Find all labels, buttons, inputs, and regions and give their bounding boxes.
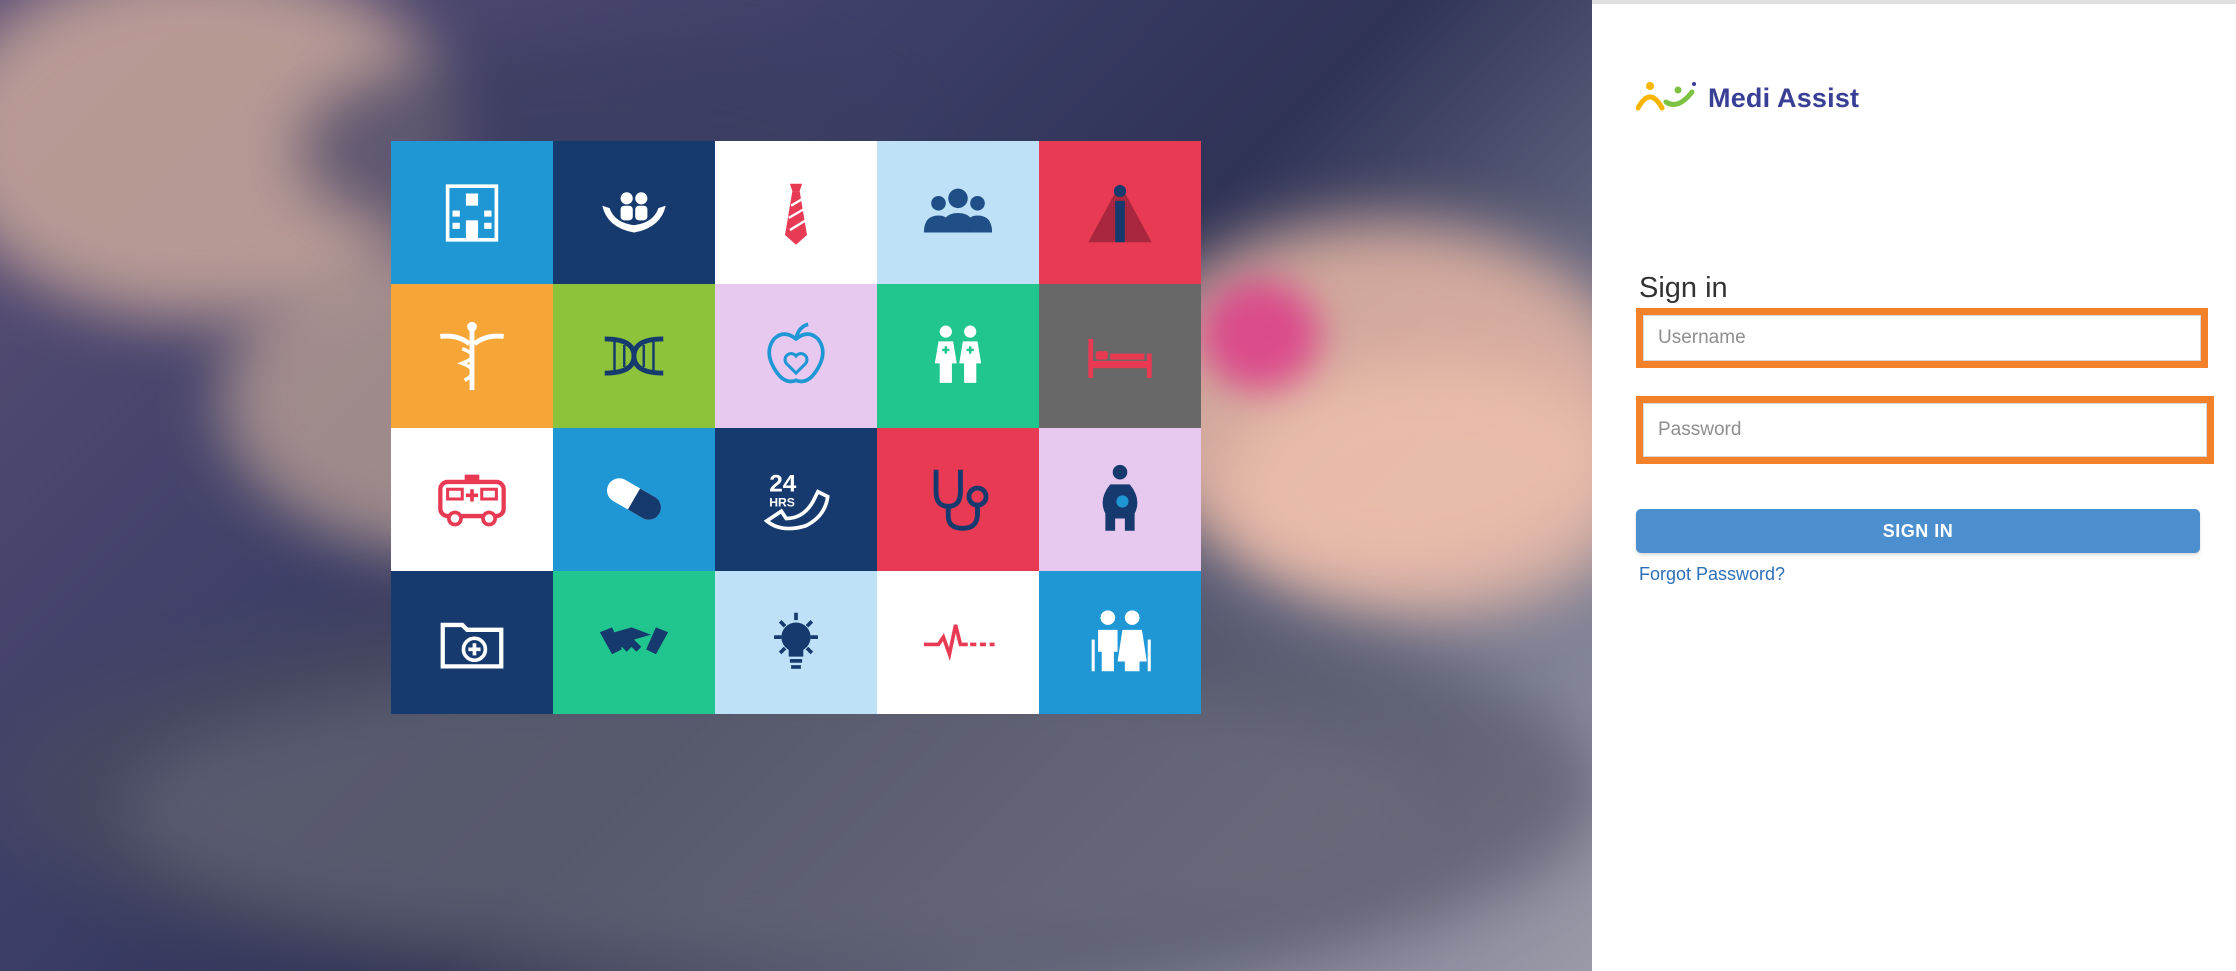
- heartbeat-icon: [923, 624, 995, 662]
- tile-stethoscope: [877, 427, 1039, 571]
- svg-text:24: 24: [769, 471, 797, 498]
- elderly-couple-icon: [1091, 610, 1151, 672]
- background-photo: 24 HRS: [0, 0, 1592, 971]
- tile-24hrs: 24 HRS: [715, 427, 877, 571]
- tile-handshake: [553, 570, 715, 714]
- forgot-password-link[interactable]: Forgot Password?: [1639, 564, 1785, 585]
- tile-heartbeat: [877, 570, 1039, 714]
- username-field-highlight: [1636, 308, 2208, 368]
- medical-folder-icon: [440, 623, 504, 669]
- tile-hospital: [391, 141, 553, 285]
- dna-icon: [604, 336, 664, 376]
- family-care-hands-icon: [602, 191, 666, 233]
- nurses-icon: [934, 325, 982, 383]
- apple-heart-icon: [767, 322, 825, 384]
- tile-pregnant: [1039, 427, 1201, 571]
- tile-tie: [715, 141, 877, 285]
- brand-name: Medi Assist: [1708, 83, 1860, 113]
- stethoscope-icon: [933, 469, 989, 531]
- lightbulb-icon: [774, 613, 818, 670]
- 24-hours-phone-icon: 24HRS: [763, 471, 830, 531]
- username-input[interactable]: [1643, 315, 2201, 361]
- tile-bed: [1039, 284, 1201, 428]
- pill-capsule-icon: [607, 478, 661, 520]
- brand: Medi Assist: [1635, 80, 1860, 117]
- hospital-building-icon: [445, 183, 499, 242]
- health-icons-grid: 24 HRS: [391, 141, 1201, 714]
- tile-apple-heart: [715, 284, 877, 428]
- handshake-icon: [599, 627, 669, 655]
- tile-lightbulb: [715, 570, 877, 714]
- tie-icon: [785, 183, 807, 245]
- sign-in-button[interactable]: SIGN IN: [1636, 509, 2200, 553]
- tile-pill: [553, 427, 715, 571]
- password-field-highlight: [1636, 396, 2214, 464]
- tile-nurses: [877, 284, 1039, 428]
- tile-family-care: [553, 141, 715, 285]
- svg-text:HRS: HRS: [769, 495, 795, 509]
- password-input[interactable]: [1643, 403, 2207, 457]
- hospital-bed-icon: [1088, 338, 1152, 378]
- login-panel: Medi Assist Sign in SIGN IN Forgot Passw…: [1592, 0, 2236, 971]
- tile-elderly: [1039, 570, 1201, 714]
- pregnant-woman-icon: [1102, 465, 1138, 531]
- medi-assist-logo-icon: [1635, 80, 1698, 117]
- tile-ambulance: [391, 427, 553, 571]
- group-people-icon: [923, 188, 993, 233]
- sign-in-heading: Sign in: [1639, 272, 1728, 304]
- tile-dna: [553, 284, 715, 428]
- tile-info-pyramid: [1039, 141, 1201, 285]
- tile-caduceus: [391, 284, 553, 428]
- info-pyramid-icon: [1088, 183, 1152, 242]
- ambulance-icon: [438, 474, 506, 527]
- caduceus-icon: [439, 321, 505, 390]
- tile-medical-folder: [391, 570, 553, 714]
- tile-group: [877, 141, 1039, 285]
